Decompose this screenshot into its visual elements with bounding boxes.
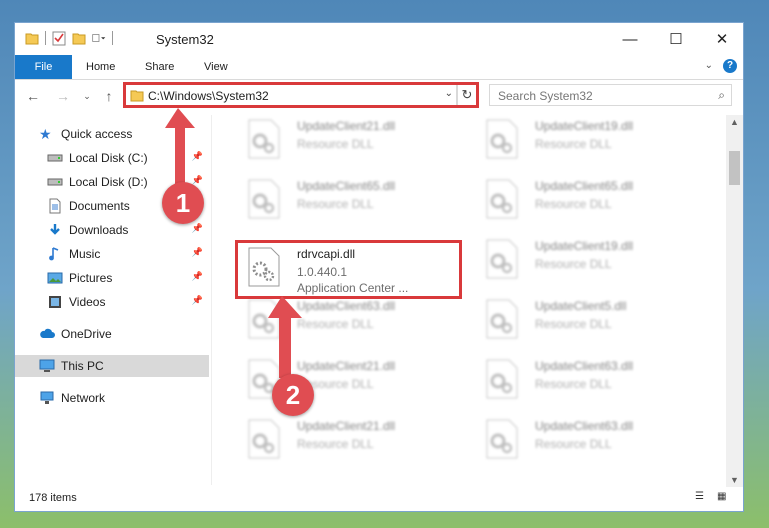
- arrow-up-icon: [165, 108, 195, 185]
- arrow-up-icon: [268, 296, 302, 378]
- callout-badge-2: 2: [272, 374, 314, 416]
- annotation-arrows: [165, 108, 302, 378]
- callout-badge-1: 1: [162, 182, 204, 224]
